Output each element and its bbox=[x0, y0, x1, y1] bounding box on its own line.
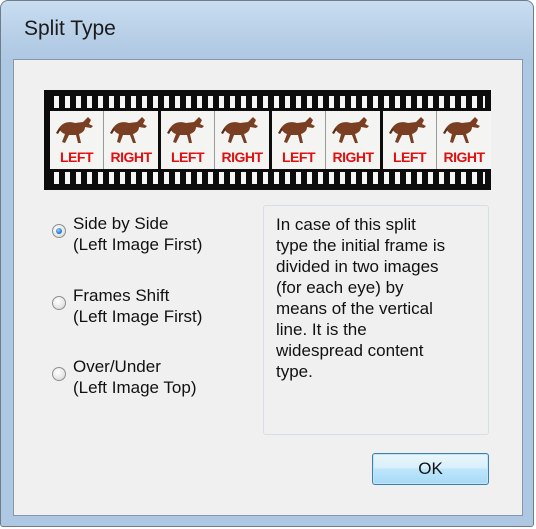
radio-label-line2: (Left Image Top) bbox=[73, 378, 197, 397]
film-sprockets-top bbox=[50, 96, 485, 108]
frame-right-half: RIGHT bbox=[215, 111, 269, 169]
description-line: divided in two images bbox=[276, 257, 439, 276]
description-line: line. It is the bbox=[276, 320, 367, 339]
right-label: RIGHT bbox=[332, 149, 374, 165]
description-line: In case of this split bbox=[276, 215, 416, 234]
radio-option-side-by-side[interactable]: Side by Side (Left Image First) bbox=[52, 213, 202, 255]
radio-label-line1: Over/Under bbox=[73, 357, 161, 376]
frame-right-half: RIGHT bbox=[104, 111, 158, 169]
radio-label-line2: (Left Image First) bbox=[73, 235, 203, 254]
film-frame: LEFT RIGHT bbox=[272, 111, 380, 169]
left-label: LEFT bbox=[60, 149, 94, 165]
left-label: LEFT bbox=[282, 149, 316, 165]
radio-button-over-under[interactable] bbox=[52, 367, 66, 381]
right-label: RIGHT bbox=[221, 149, 263, 165]
description-line: means of the vertical bbox=[276, 299, 433, 318]
film-sprockets-bottom bbox=[50, 172, 485, 184]
left-label: LEFT bbox=[171, 149, 205, 165]
description-line: widespread content bbox=[276, 341, 424, 360]
radio-option-frames-shift[interactable]: Frames Shift (Left Image First) bbox=[52, 285, 202, 327]
radio-button-side-by-side[interactable] bbox=[52, 224, 66, 238]
right-label: RIGHT bbox=[110, 149, 152, 165]
description-line: type the initial frame is bbox=[276, 236, 446, 255]
dialog-content: LEFT RIGHT LEFT RIGHT LEFT RIGHT LEFT RI… bbox=[13, 59, 523, 516]
horse-icon bbox=[167, 117, 204, 143]
description-line: (for each eye) by bbox=[276, 278, 404, 297]
filmstrip-illustration: LEFT RIGHT LEFT RIGHT LEFT RIGHT LEFT RI… bbox=[44, 90, 491, 190]
window-title: Split Type bbox=[24, 17, 116, 40]
frame-right-half: RIGHT bbox=[437, 111, 491, 169]
horse-icon bbox=[221, 117, 258, 143]
radio-button-frames-shift[interactable] bbox=[52, 296, 66, 310]
frame-left-half: LEFT bbox=[383, 111, 437, 169]
description-line: type. bbox=[276, 362, 313, 381]
horse-icon bbox=[278, 117, 315, 143]
horse-icon bbox=[389, 117, 426, 143]
radio-label-side-by-side[interactable]: Side by Side (Left Image First) bbox=[73, 213, 202, 255]
radio-label-line1: Side by Side bbox=[73, 214, 169, 233]
horse-icon bbox=[56, 117, 93, 143]
film-frame: LEFT RIGHT bbox=[50, 111, 158, 169]
frame-right-half: RIGHT bbox=[326, 111, 380, 169]
description-panel: In case of this split type the initial f… bbox=[263, 205, 489, 435]
ok-button[interactable]: OK bbox=[372, 453, 489, 485]
radio-label-line1: Frames Shift bbox=[73, 286, 170, 305]
left-label: LEFT bbox=[393, 149, 427, 165]
radio-option-over-under[interactable]: Over/Under (Left Image Top) bbox=[52, 356, 196, 398]
frame-left-half: LEFT bbox=[50, 111, 104, 169]
frame-left-half: LEFT bbox=[161, 111, 215, 169]
dialog-window: Split Type LEFT RIGHT LEFT RIGHT LEFT RI… bbox=[0, 0, 534, 527]
horse-icon bbox=[443, 117, 480, 143]
frame-left-half: LEFT bbox=[272, 111, 326, 169]
radio-label-frames-shift[interactable]: Frames Shift (Left Image First) bbox=[73, 285, 202, 327]
horse-icon bbox=[110, 117, 147, 143]
radio-label-over-under[interactable]: Over/Under (Left Image Top) bbox=[73, 356, 196, 398]
film-frame: LEFT RIGHT bbox=[161, 111, 269, 169]
radio-label-line2: (Left Image First) bbox=[73, 307, 203, 326]
film-frame: LEFT RIGHT bbox=[383, 111, 491, 169]
right-label: RIGHT bbox=[443, 149, 485, 165]
horse-icon bbox=[332, 117, 369, 143]
